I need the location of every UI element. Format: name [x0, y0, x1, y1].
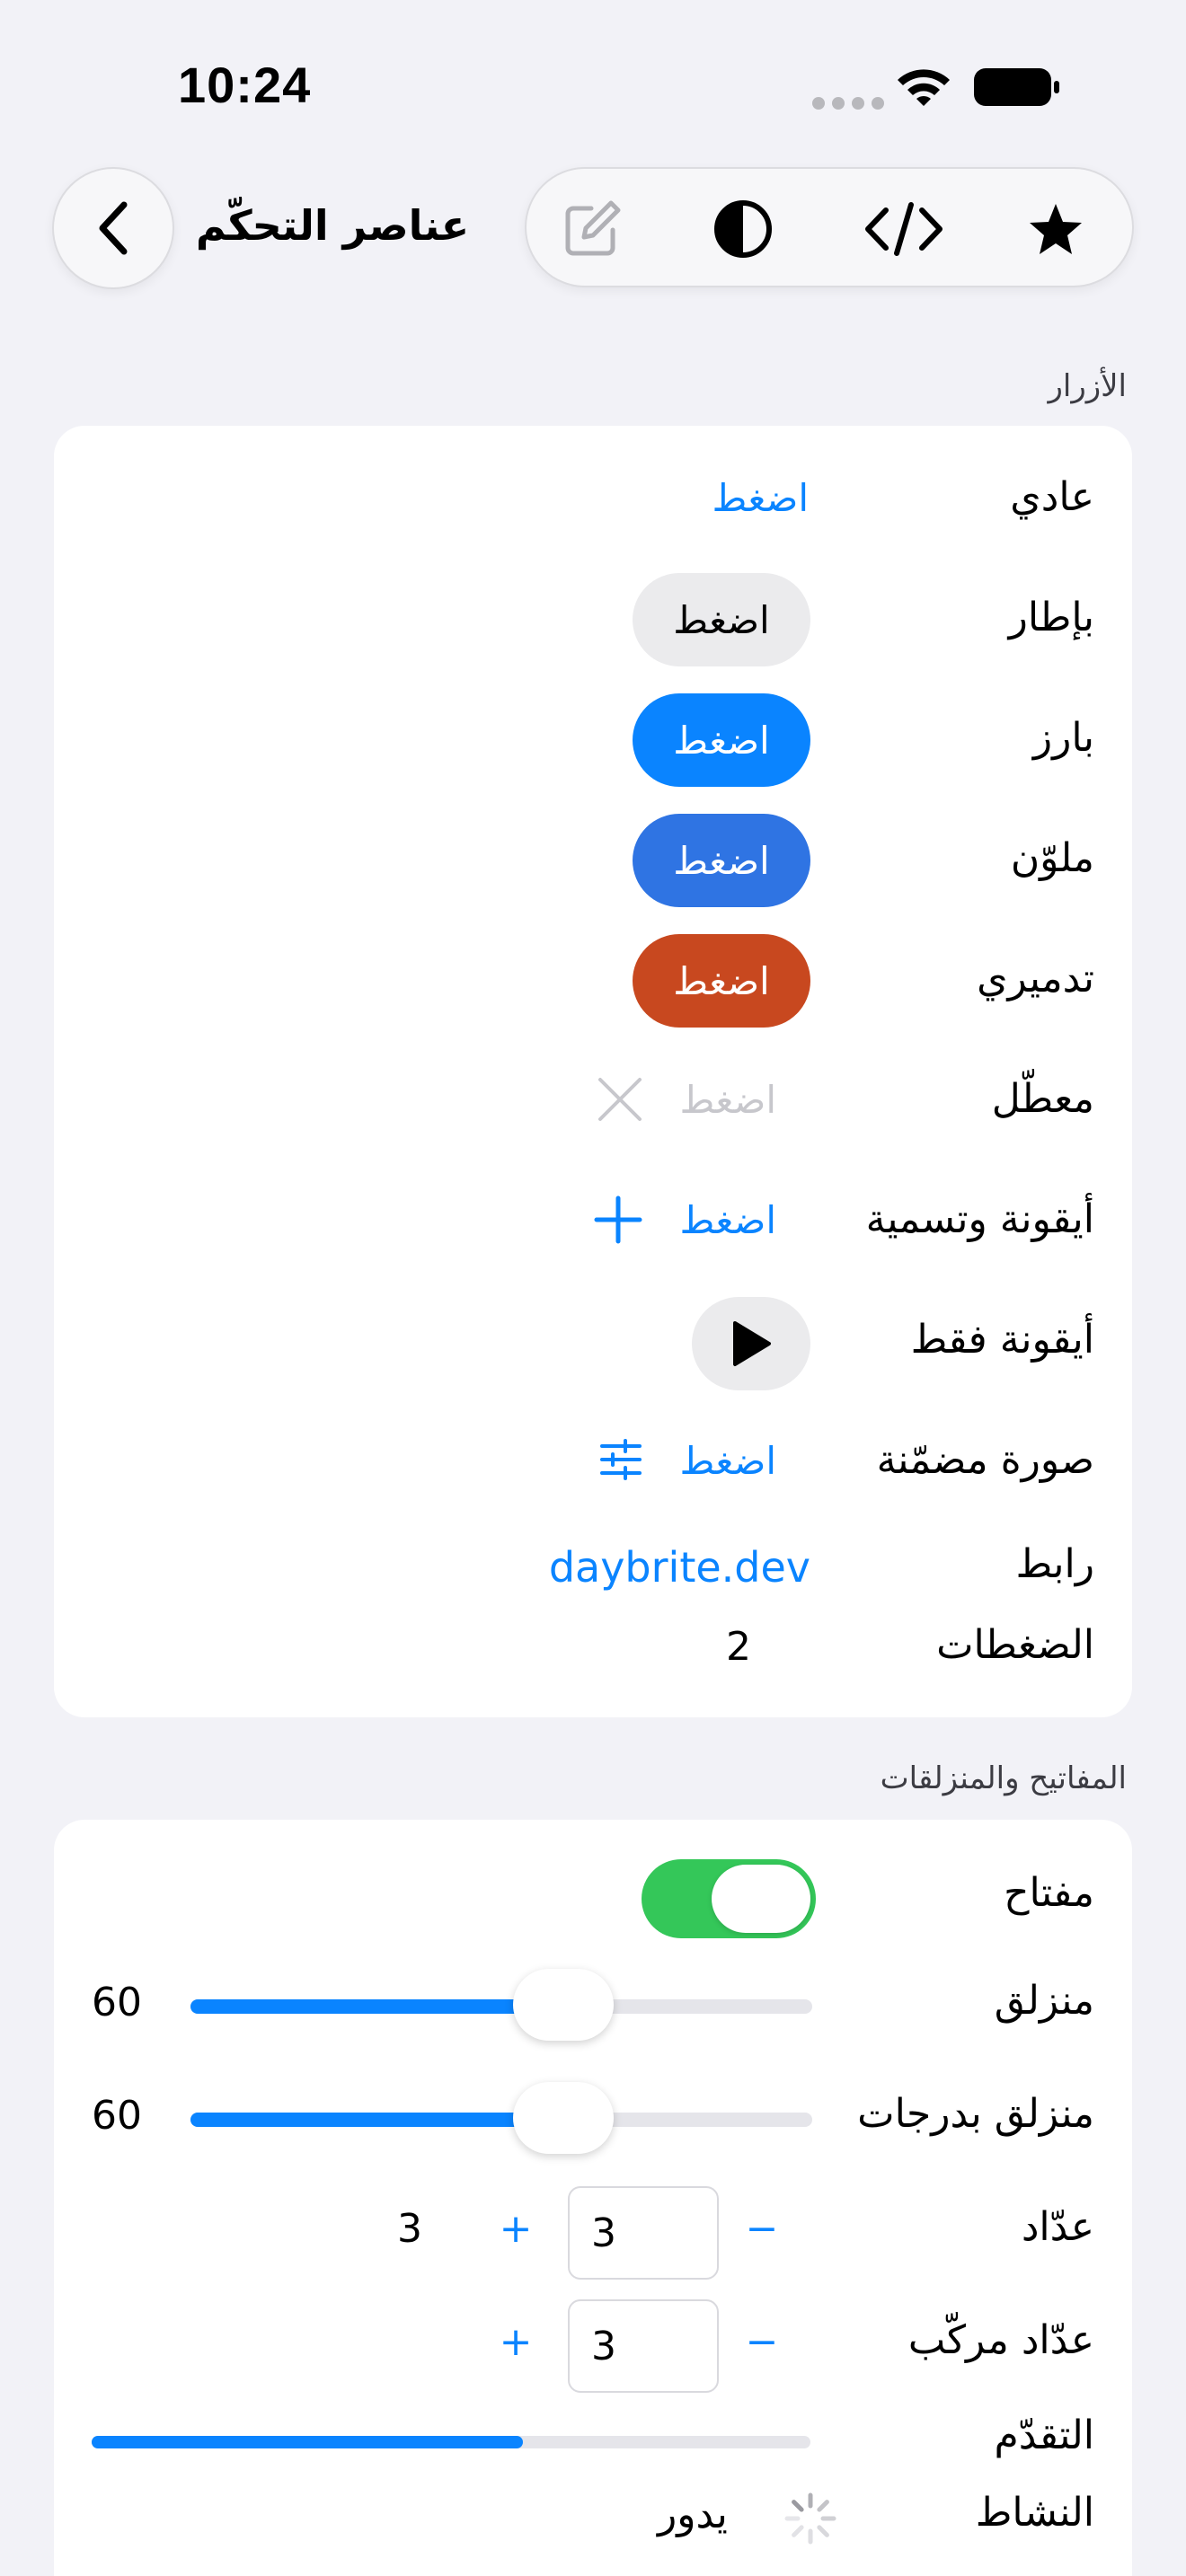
inline-image-button[interactable]: اضغط	[680, 1439, 776, 1483]
compound-stepper-field[interactable]: 3	[568, 2299, 719, 2393]
stepped-slider[interactable]	[190, 2082, 812, 2154]
toolbar	[525, 167, 1134, 287]
sliders-icon	[600, 1439, 642, 1480]
close-icon	[598, 1078, 642, 1121]
appearance-button[interactable]	[710, 196, 776, 262]
stepper-increment-button[interactable]: +	[498, 2206, 534, 2252]
row-label-destructive: تدميري	[977, 956, 1094, 1001]
row-label-icon-and-label: أيقونة وتسمية	[865, 1196, 1094, 1242]
row-label-progress: التقدّم	[994, 2413, 1094, 2458]
row-label-inline-image: صورة مضمّنة	[876, 1437, 1094, 1483]
row-label-bordered: بإطار	[1008, 595, 1094, 640]
icon-label-button[interactable]: اضغط	[680, 1198, 776, 1242]
row-label-activity: النشاط	[975, 2490, 1094, 2536]
row-label-toggle: مفتاح	[1004, 1870, 1094, 1916]
code-icon	[865, 202, 943, 256]
slider-value: 60	[92, 1980, 142, 2025]
disabled-button: اضغط	[679, 1078, 776, 1122]
row-label-slider: منزلق	[994, 1978, 1094, 2024]
contrast-icon	[714, 200, 772, 258]
favorite-button[interactable]	[1022, 196, 1089, 262]
controls-card: مفتاح منزلق 60 منزلق بدرجات 60 عدّاد − 3…	[54, 1820, 1132, 2576]
compound-stepper-decrement-button[interactable]: −	[744, 2319, 780, 2365]
code-button[interactable]	[861, 196, 947, 262]
compose-button[interactable]	[559, 196, 625, 262]
activity-spinner-icon	[784, 2492, 836, 2545]
stepped-slider-thumb[interactable]	[513, 2082, 615, 2154]
plain-button[interactable]: اضغط	[712, 476, 809, 520]
progress-bar	[92, 2436, 810, 2448]
star-icon	[1030, 204, 1082, 254]
bordered-button[interactable]: اضغط	[633, 573, 810, 666]
row-label-link: رابط	[1015, 1541, 1094, 1587]
wifi-icon	[898, 69, 950, 106]
status-time: 10:24	[178, 57, 312, 113]
prominent-button[interactable]: اضغط	[633, 693, 810, 787]
plus-icon	[594, 1195, 642, 1244]
battery-icon	[974, 68, 1059, 106]
stepped-slider-value: 60	[92, 2093, 142, 2139]
stepper-field[interactable]: 3	[568, 2186, 719, 2280]
compound-stepper-increment-button[interactable]: +	[498, 2319, 534, 2365]
slider-thumb[interactable]	[513, 1969, 615, 2041]
cellular-signal-icon	[812, 97, 884, 110]
taps-count: 2	[726, 1624, 751, 1670]
stepper-decrement-button[interactable]: −	[744, 2206, 780, 2252]
row-label-compound-stepper: عدّاد مركّب	[907, 2317, 1094, 2363]
play-icon	[733, 1321, 771, 1366]
destructive-button[interactable]: اضغط	[633, 934, 810, 1028]
activity-status-text: يدور	[658, 2492, 728, 2537]
tinted-button[interactable]: اضغط	[633, 814, 810, 907]
row-label-plain: عادي	[1010, 474, 1094, 520]
row-label-stepper: عدّاد	[1021, 2204, 1094, 2250]
status-bar: 10:24	[0, 0, 1186, 153]
row-label-prominent: بارز	[1032, 715, 1094, 761]
buttons-card: عادي اضغط بإطار اضغط بارز اضغط ملوّن اضغ…	[54, 426, 1132, 1717]
page-title: عناصر التحكّم	[195, 201, 470, 250]
play-button[interactable]	[692, 1297, 810, 1390]
website-link[interactable]: daybrite.dev	[549, 1543, 810, 1592]
chevron-left-icon	[99, 201, 128, 255]
row-label-tinted: ملوّن	[1010, 835, 1094, 881]
row-label-taps: الضغطات	[936, 1622, 1094, 1668]
toggle-switch[interactable]	[642, 1859, 816, 1938]
compose-icon	[565, 200, 621, 256]
section-header-buttons: الأزرار	[1048, 368, 1127, 404]
row-label-icon-only: أيقونة فقط	[910, 1317, 1094, 1363]
stepper-value: 3	[397, 2206, 422, 2252]
back-button[interactable]	[52, 167, 174, 289]
slider[interactable]	[190, 1969, 812, 2041]
section-header-controls: المفاتيح والمنزلقات	[880, 1760, 1127, 1796]
row-label-stepped-slider: منزلق بدرجات	[857, 2091, 1094, 2137]
row-label-disabled: معطّل	[991, 1076, 1094, 1122]
